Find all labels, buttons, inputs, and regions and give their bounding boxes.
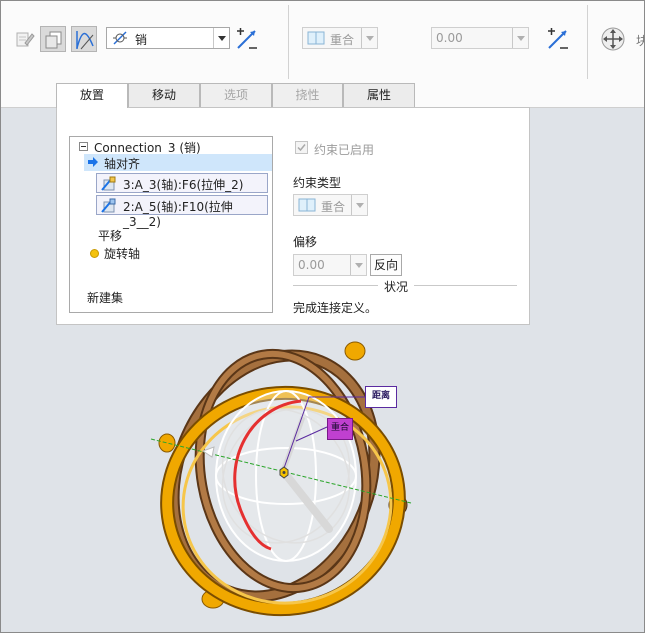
reference-item-1[interactable]: 3:A_3(轴):F6(拉伸_2) bbox=[96, 173, 268, 193]
offset-label: 偏移 bbox=[293, 235, 318, 249]
panel-offset-field[interactable]: 0.00 bbox=[293, 254, 367, 276]
reference-item-2[interactable]: 2:A_5(轴):F10(拉伸_3__2) bbox=[96, 195, 268, 229]
connection-type-value: 销 bbox=[135, 33, 148, 47]
constraint-type-dropdown[interactable]: 重合 bbox=[302, 27, 378, 49]
tab-move[interactable]: 移动 bbox=[128, 83, 200, 107]
status-divider bbox=[414, 285, 517, 286]
cut-label: 块 bbox=[636, 32, 644, 49]
coincident-icon bbox=[307, 31, 325, 45]
translation-item[interactable]: 平移 bbox=[98, 227, 122, 244]
reference-1-label: 3:A_3(轴):F6(拉伸_2) bbox=[123, 178, 244, 192]
collapse-icon[interactable] bbox=[79, 142, 88, 151]
offset-value: 0.00 bbox=[436, 31, 463, 45]
move-component-icon[interactable] bbox=[600, 26, 626, 52]
chevron-down-icon bbox=[350, 255, 366, 275]
ribbon-separator bbox=[288, 5, 289, 79]
constraint-enabled-checkbox[interactable] bbox=[295, 141, 308, 154]
constraint-type-value: 重合 bbox=[330, 33, 355, 47]
axis-align-label: 轴对齐 bbox=[104, 157, 141, 171]
app-window: 销 重合 0.00 放置 移动 选项 挠性 属性 Connection_3 (销… bbox=[0, 0, 645, 633]
status-label: 状况 bbox=[384, 280, 409, 294]
arrow-right-icon bbox=[88, 157, 98, 167]
gyroscope-model bbox=[150, 341, 412, 617]
flip-direction-icon[interactable] bbox=[234, 27, 260, 53]
coincident-tag[interactable]: 重合 bbox=[327, 418, 353, 440]
model-viewport[interactable]: 距离 重合 bbox=[111, 331, 441, 631]
chevron-down-icon bbox=[361, 28, 377, 48]
axis-reference-icon bbox=[101, 176, 116, 191]
coincident-icon bbox=[298, 198, 316, 212]
rotation-axis-item[interactable]: 旋转轴 bbox=[104, 245, 140, 262]
constraint-enabled-label: 约束已启用 bbox=[314, 143, 375, 157]
new-set-link[interactable]: 新建集 bbox=[87, 289, 123, 306]
status-text: 完成连接定义。 bbox=[293, 301, 378, 315]
tab-flexibility: 挠性 bbox=[272, 83, 343, 107]
panel-constraint-type-dropdown[interactable]: 重合 bbox=[293, 194, 368, 216]
panel-constraint-type-value: 重合 bbox=[321, 200, 346, 214]
tab-properties[interactable]: 属性 bbox=[343, 83, 415, 107]
pin-knob bbox=[158, 433, 176, 453]
flip-button[interactable]: 反向 bbox=[370, 254, 402, 276]
pin-joint-icon bbox=[113, 31, 127, 45]
placement-panel: Connection_3 (销) 轴对齐 3:A_3(轴):F6(拉伸_2) 2… bbox=[56, 107, 530, 325]
pin-knob bbox=[344, 341, 366, 361]
reference-2-label: 2:A_5(轴):F10(拉伸_3__2) bbox=[123, 200, 233, 229]
connection-tree: Connection_3 (销) 轴对齐 3:A_3(轴):F6(拉伸_2) 2… bbox=[69, 136, 273, 313]
constraint-type-label: 约束类型 bbox=[293, 176, 342, 190]
center-hub-icon bbox=[282, 471, 286, 474]
connection-type-dropdown[interactable]: 销 bbox=[106, 27, 230, 49]
chevron-down-icon bbox=[213, 28, 229, 48]
axis-reference-icon bbox=[101, 198, 116, 213]
curve-icon[interactable] bbox=[71, 26, 97, 52]
flip-offset-icon[interactable] bbox=[545, 27, 571, 53]
chevron-down-icon bbox=[351, 195, 367, 215]
tree-item-axis-align[interactable]: 轴对齐 bbox=[84, 154, 272, 171]
status-divider bbox=[293, 285, 378, 286]
tab-placement[interactable]: 放置 bbox=[56, 83, 128, 108]
status-dot-icon bbox=[90, 249, 99, 258]
panel-offset-value: 0.00 bbox=[298, 258, 325, 272]
copy-icon[interactable] bbox=[40, 26, 66, 52]
chevron-down-icon bbox=[512, 28, 528, 48]
offset-field[interactable]: 0.00 bbox=[431, 27, 529, 49]
tab-options: 选项 bbox=[200, 83, 272, 107]
distance-tag[interactable]: 距离 bbox=[365, 386, 397, 408]
ribbon-separator bbox=[587, 5, 588, 79]
edit-icon[interactable] bbox=[11, 27, 37, 53]
